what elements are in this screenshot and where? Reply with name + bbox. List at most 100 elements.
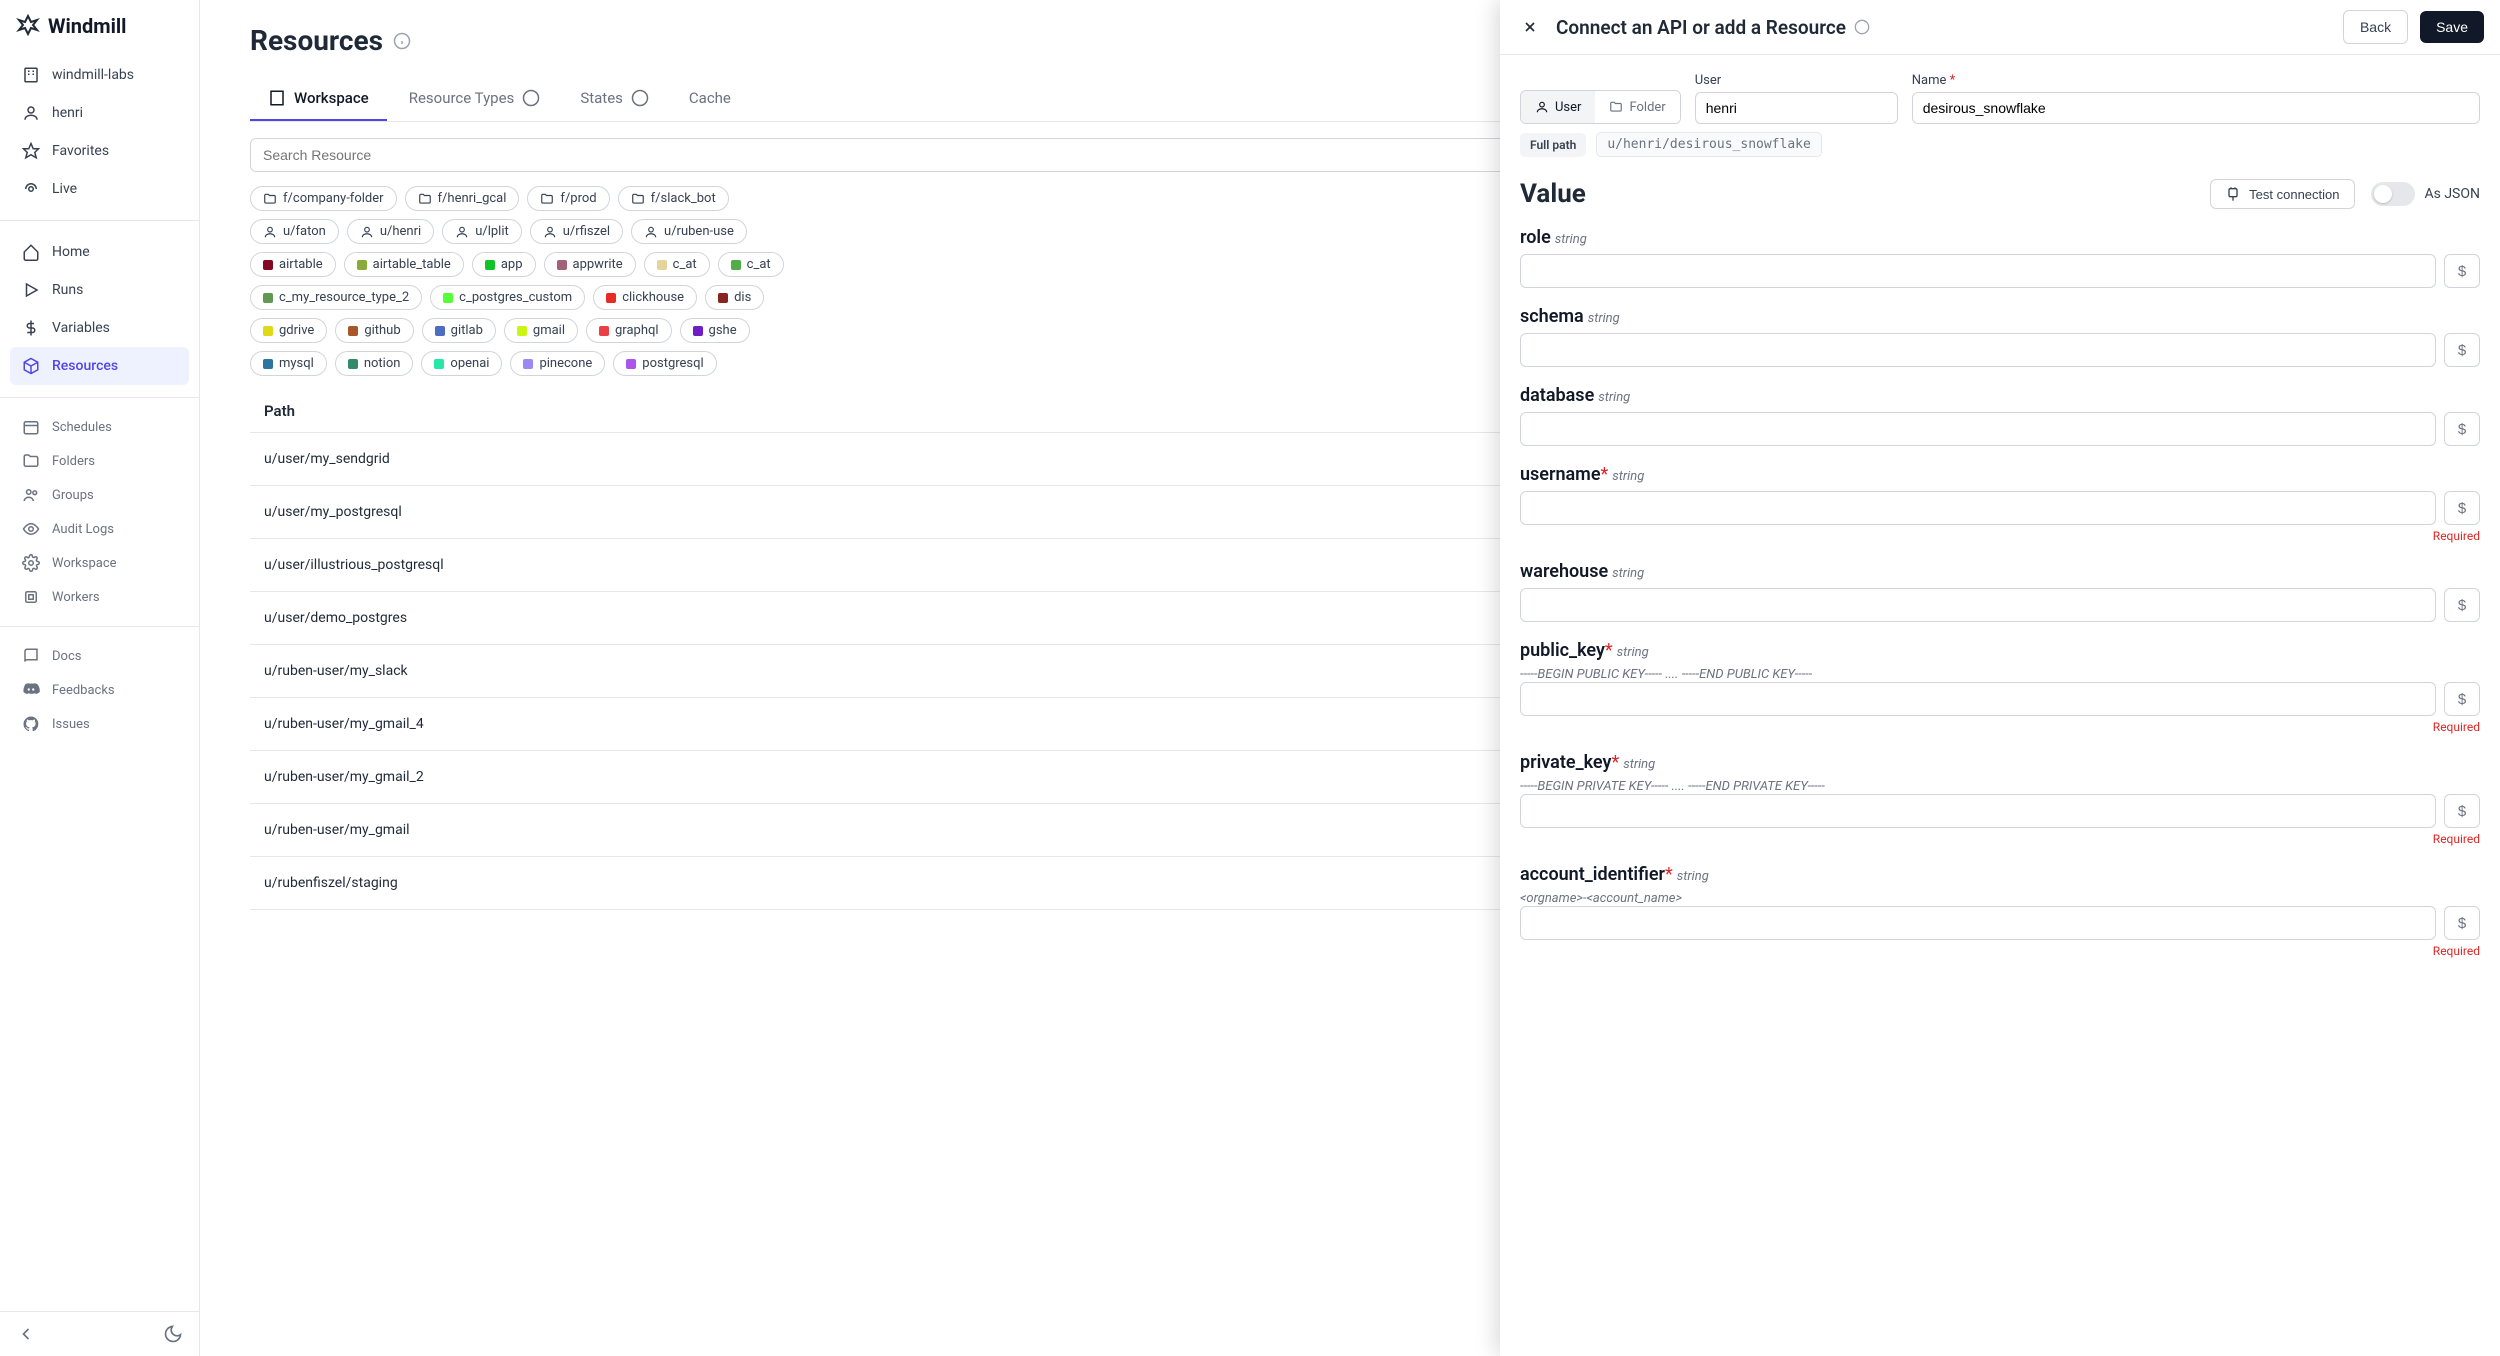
path-link[interactable]: u/ruben-user/my_slack [264, 663, 1712, 679]
scope-folder[interactable]: Folder [1595, 91, 1679, 123]
collapse-icon[interactable] [16, 1324, 36, 1344]
filter-chip[interactable]: u/faton [250, 219, 339, 244]
close-button[interactable] [1516, 13, 1544, 41]
sidebar-favorites[interactable]: Favorites [10, 132, 189, 170]
test-connection-button[interactable]: Test connection [2210, 179, 2354, 209]
sidebar-ws-settings[interactable]: Workspace [10, 546, 189, 580]
filter-chip[interactable]: c_at [718, 252, 784, 277]
tab-states[interactable]: States [562, 77, 667, 121]
folder-icon [263, 192, 277, 206]
variable-picker-button[interactable]: $ [2444, 588, 2480, 622]
tab-cache[interactable]: Cache [671, 77, 749, 121]
name-input[interactable] [1912, 92, 2480, 124]
filter-chip[interactable]: gmail [504, 318, 578, 343]
path-link[interactable]: u/rubenfiszel/staging [264, 875, 1712, 891]
chip-label: u/lplit [475, 224, 509, 239]
home-icon [22, 243, 40, 261]
sidebar-feedbacks[interactable]: Feedbacks [10, 673, 189, 707]
filter-chip[interactable]: u/lplit [442, 219, 522, 244]
filter-chip[interactable]: appwrite [544, 252, 636, 277]
filter-chip[interactable]: gdrive [250, 318, 327, 343]
variable-picker-button[interactable]: $ [2444, 794, 2480, 828]
account_identifier-input[interactable] [1520, 906, 2436, 940]
variable-picker-button[interactable]: $ [2444, 491, 2480, 525]
filter-chip[interactable]: airtable_table [344, 252, 464, 277]
filter-chip[interactable]: openai [421, 351, 502, 376]
variable-picker-button[interactable]: $ [2444, 254, 2480, 288]
tab-workspace[interactable]: Workspace [250, 77, 387, 121]
sidebar-audit[interactable]: Audit Logs [10, 512, 189, 546]
sidebar-user[interactable]: henri [10, 94, 189, 132]
calendar-icon [22, 418, 40, 436]
info-icon[interactable] [1854, 19, 1870, 35]
filter-chip[interactable]: c_at [644, 252, 710, 277]
sidebar-issues[interactable]: Issues [10, 707, 189, 741]
filter-chip[interactable]: notion [335, 351, 414, 376]
fullpath-value: u/henri/desirous_snowflake [1596, 132, 1822, 157]
variable-picker-button[interactable]: $ [2444, 412, 2480, 446]
filter-chip[interactable]: u/rfiszel [530, 219, 623, 244]
filter-chip[interactable]: c_postgres_custom [430, 285, 585, 310]
schema-input[interactable] [1520, 333, 2436, 367]
database-input[interactable] [1520, 412, 2436, 446]
app-logo[interactable]: Windmill [0, 0, 199, 52]
theme-icon[interactable] [163, 1324, 183, 1344]
filter-chip[interactable]: app [472, 252, 536, 277]
path-link[interactable]: u/user/my_sendgrid [264, 451, 1712, 467]
filter-chip[interactable]: postgresql [613, 351, 716, 376]
filter-chip[interactable]: airtable [250, 252, 336, 277]
sidebar-resources[interactable]: Resources [10, 347, 189, 385]
path-link[interactable]: u/ruben-user/my_gmail_4 [264, 716, 1712, 732]
sidebar-workers[interactable]: Workers [10, 580, 189, 614]
filter-chip[interactable]: gitlab [422, 318, 496, 343]
field-desc: <orgname>-<account_name> [1520, 891, 2480, 906]
path-link[interactable]: u/user/my_postgresql [264, 504, 1712, 520]
app-name: Windmill [48, 14, 126, 38]
as-json-toggle[interactable] [2371, 182, 2415, 206]
path-link[interactable]: u/ruben-user/my_gmail [264, 822, 1712, 838]
sidebar-workspace[interactable]: windmill-labs [10, 56, 189, 94]
filter-chip[interactable]: graphql [586, 318, 672, 343]
public_key-input[interactable] [1520, 682, 2436, 716]
filter-chip[interactable]: github [335, 318, 413, 343]
sidebar-item-label: henri [52, 105, 83, 121]
tab-resource-types[interactable]: Resource Types [391, 77, 559, 121]
path-link[interactable]: u/user/demo_postgres [264, 610, 1712, 626]
sidebar-groups[interactable]: Groups [10, 478, 189, 512]
back-button[interactable]: Back [2343, 10, 2408, 44]
filter-chip[interactable]: gshe [680, 318, 750, 343]
filter-chip[interactable]: pinecone [510, 351, 605, 376]
scope-user[interactable]: User [1521, 91, 1595, 123]
variable-picker-button[interactable]: $ [2444, 682, 2480, 716]
filter-chip[interactable]: u/henri [347, 219, 434, 244]
sidebar-variables[interactable]: Variables [10, 309, 189, 347]
variable-picker-button[interactable]: $ [2444, 333, 2480, 367]
sidebar-live[interactable]: Live [10, 170, 189, 208]
filter-chip[interactable]: f/prod [527, 186, 609, 211]
role-input[interactable] [1520, 254, 2436, 288]
filter-chip[interactable]: f/slack_bot [618, 186, 729, 211]
filter-chip[interactable]: u/ruben-use [631, 219, 747, 244]
user-input[interactable] [1695, 92, 1898, 124]
sidebar-home[interactable]: Home [10, 233, 189, 271]
path-link[interactable]: u/ruben-user/my_gmail_2 [264, 769, 1712, 785]
filter-chip[interactable]: dis [705, 285, 764, 310]
filter-chip[interactable]: f/henri_gcal [405, 186, 520, 211]
filter-chip[interactable]: f/company-folder [250, 186, 397, 211]
sidebar-docs[interactable]: Docs [10, 639, 189, 673]
filter-chip[interactable]: c_my_resource_type_2 [250, 285, 422, 310]
warehouse-input[interactable] [1520, 588, 2436, 622]
private_key-input[interactable] [1520, 794, 2436, 828]
sidebar-folders[interactable]: Folders [10, 444, 189, 478]
sidebar-schedules[interactable]: Schedules [10, 410, 189, 444]
path-link[interactable]: u/user/illustrious_postgresql [264, 557, 1712, 573]
info-icon[interactable] [393, 32, 411, 50]
username-input[interactable] [1520, 491, 2436, 525]
field-type: string [1623, 757, 1655, 772]
save-button[interactable]: Save [2420, 11, 2484, 43]
filter-chip[interactable]: mysql [250, 351, 327, 376]
filter-chip[interactable]: clickhouse [593, 285, 697, 310]
tab-label: States [580, 89, 623, 107]
variable-picker-button[interactable]: $ [2444, 906, 2480, 940]
sidebar-runs[interactable]: Runs [10, 271, 189, 309]
